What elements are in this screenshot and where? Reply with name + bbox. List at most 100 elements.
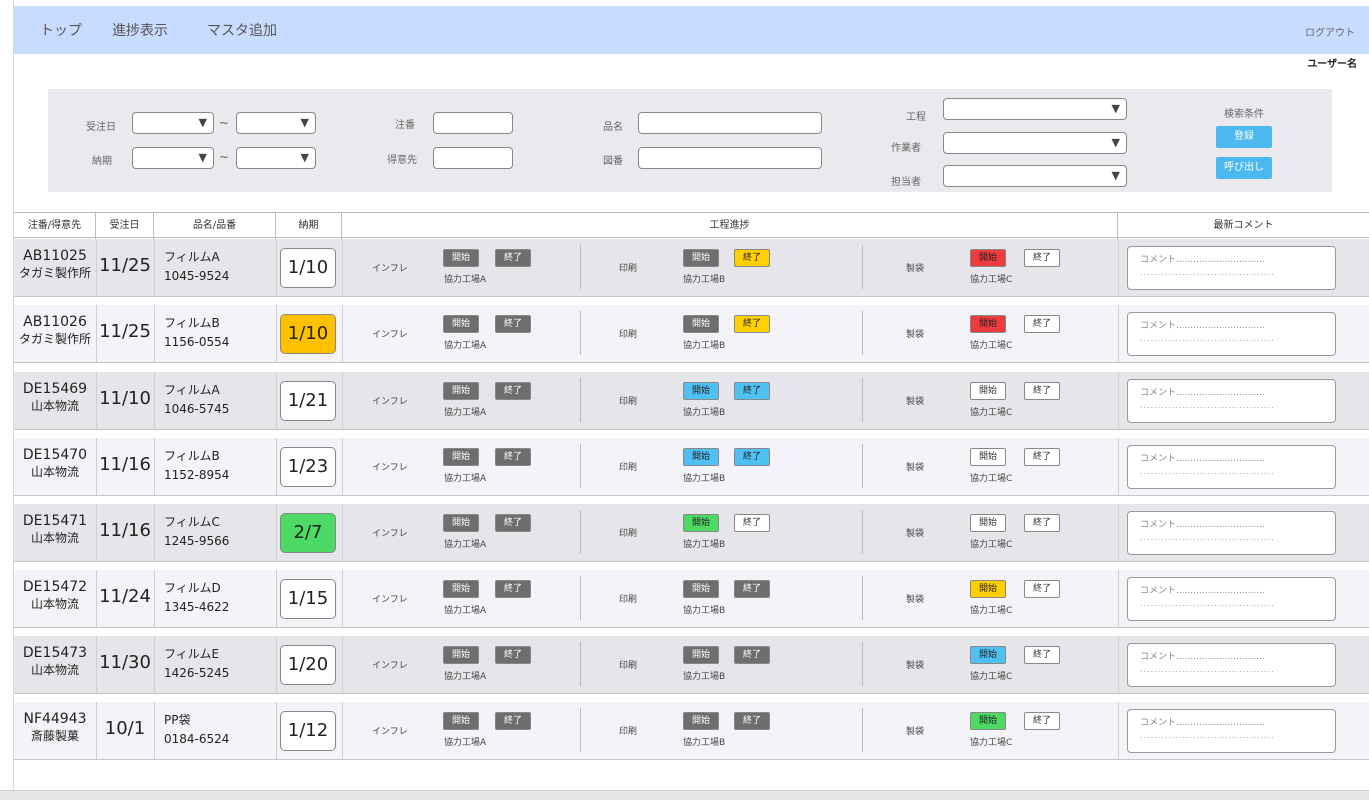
process-end-button[interactable]: 終了 — [1024, 448, 1060, 466]
column-divider — [342, 239, 343, 296]
process-start-button[interactable]: 開始 — [443, 712, 479, 730]
process-end-button[interactable]: 終了 — [1024, 646, 1060, 664]
process-end-button[interactable]: 終了 — [734, 448, 770, 466]
due-date-badge: 1/23 — [280, 447, 336, 487]
process-start-button[interactable]: 開始 — [443, 514, 479, 532]
process-start-button[interactable]: 開始 — [443, 315, 479, 333]
order-code-cell: DE15472 山本物流 — [14, 579, 96, 613]
nav-top[interactable]: トップ — [40, 20, 82, 40]
process-start-button[interactable]: 開始 — [970, 448, 1006, 466]
comment-dots: ...................................... — [1140, 731, 1275, 740]
top-navigation: トップ 進捗表示 マスタ追加 ログアウト — [14, 6, 1369, 54]
table-row: AB11026 タガミ製作所 11/25 フィルムB 1156-0554 1/10 インフレ… — [14, 305, 1369, 363]
process-label: インフレ — [372, 661, 408, 671]
comment-dots: ...................................... — [1140, 401, 1275, 410]
register-button[interactable]: 登録 — [1216, 126, 1272, 148]
process-start-button[interactable]: 開始 — [970, 514, 1006, 532]
due-from-select[interactable]: ▼ — [132, 147, 214, 169]
manager-select[interactable]: ▼ — [943, 165, 1127, 187]
factory-label: 協力工場A — [444, 275, 487, 285]
process-select[interactable]: ▼ — [943, 98, 1127, 120]
process-divider — [862, 245, 863, 289]
process-divider — [862, 708, 863, 752]
process-start-button[interactable]: 開始 — [683, 712, 719, 730]
recall-button[interactable]: 呼び出し — [1216, 157, 1272, 179]
process-end-button[interactable]: 終了 — [1024, 249, 1060, 267]
process-start-button[interactable]: 開始 — [683, 315, 719, 333]
process-end-button[interactable]: 終了 — [1024, 382, 1060, 400]
nav-progress[interactable]: 進捗表示 — [112, 20, 168, 40]
comment-placeholder: コメント............................... — [1140, 388, 1265, 398]
process-end-button[interactable]: 終了 — [495, 382, 531, 400]
due-date-badge: 1/21 — [280, 381, 336, 421]
process-end-button[interactable]: 終了 — [734, 249, 770, 267]
comment-box[interactable]: コメント....................................… — [1127, 379, 1336, 423]
process-start-button[interactable]: 開始 — [683, 448, 719, 466]
process-end-button[interactable]: 終了 — [495, 315, 531, 333]
comment-box[interactable]: コメント....................................… — [1127, 511, 1336, 555]
order-date-from-select[interactable]: ▼ — [132, 112, 214, 134]
process-end-button[interactable]: 終了 — [495, 249, 531, 267]
process-end-button[interactable]: 終了 — [1024, 712, 1060, 730]
comment-dots: ...................................... — [1140, 533, 1275, 542]
factory-label: 協力工場C — [970, 738, 1013, 748]
process-label: 印刷 — [619, 463, 638, 473]
process-end-button[interactable]: 終了 — [495, 646, 531, 664]
process-start-button[interactable]: 開始 — [443, 448, 479, 466]
process-start-button[interactable]: 開始 — [683, 580, 719, 598]
process-start-button[interactable]: 開始 — [683, 646, 719, 664]
process-end-button[interactable]: 終了 — [734, 712, 770, 730]
process-end-button[interactable]: 終了 — [495, 448, 531, 466]
comment-box[interactable]: コメント....................................… — [1127, 643, 1336, 687]
process-end-button[interactable]: 終了 — [495, 580, 531, 598]
process-start-button[interactable]: 開始 — [443, 249, 479, 267]
comment-placeholder: コメント............................... — [1140, 586, 1265, 596]
nav-master-add[interactable]: マスタ追加 — [207, 20, 277, 40]
dropdown-arrow-icon: ▼ — [300, 151, 309, 164]
column-divider — [1118, 438, 1119, 495]
process-end-button[interactable]: 終了 — [1024, 514, 1060, 532]
process-start-button[interactable]: 開始 — [683, 382, 719, 400]
process-start-button[interactable]: 開始 — [970, 249, 1006, 267]
order-no-input[interactable] — [433, 112, 513, 134]
process-start-button[interactable]: 開始 — [683, 249, 719, 267]
process-start-button[interactable]: 開始 — [970, 646, 1006, 664]
comment-box[interactable]: コメント....................................… — [1127, 577, 1336, 621]
comment-box[interactable]: コメント....................................… — [1127, 709, 1336, 753]
product-input[interactable] — [638, 112, 822, 134]
process-label: 印刷 — [619, 595, 638, 605]
drawing-input[interactable] — [638, 147, 822, 169]
process-end-button[interactable]: 終了 — [734, 514, 770, 532]
process-start-button[interactable]: 開始 — [970, 382, 1006, 400]
process-end-button[interactable]: 終了 — [495, 712, 531, 730]
worker-select[interactable]: ▼ — [943, 132, 1127, 154]
process-end-button[interactable]: 終了 — [495, 514, 531, 532]
comment-box[interactable]: コメント....................................… — [1127, 246, 1336, 290]
order-date-to-select[interactable]: ▼ — [236, 112, 316, 134]
process-start-button[interactable]: 開始 — [970, 580, 1006, 598]
comment-box[interactable]: コメント....................................… — [1127, 445, 1336, 489]
process-start-button[interactable]: 開始 — [443, 382, 479, 400]
table-row: DE15470 山本物流 11/16 フィルムB 1152-8954 1/23 インフレ 開始… — [14, 438, 1369, 496]
process-start-button[interactable]: 開始 — [683, 514, 719, 532]
logout-link[interactable]: ログアウト — [1305, 24, 1355, 39]
comment-box[interactable]: コメント....................................… — [1127, 312, 1336, 356]
process-end-button[interactable]: 終了 — [1024, 580, 1060, 598]
customer-input[interactable] — [433, 147, 513, 169]
process-end-button[interactable]: 終了 — [734, 646, 770, 664]
process-start-button[interactable]: 開始 — [970, 315, 1006, 333]
process-start-button[interactable]: 開始 — [443, 646, 479, 664]
comment-placeholder: コメント............................... — [1140, 321, 1265, 331]
due-to-select[interactable]: ▼ — [236, 147, 316, 169]
process-end-button[interactable]: 終了 — [1024, 315, 1060, 333]
process-end-button[interactable]: 終了 — [734, 580, 770, 598]
due-date-badge: 2/7 — [280, 513, 336, 553]
process-start-button[interactable]: 開始 — [970, 712, 1006, 730]
process-end-button[interactable]: 終了 — [734, 382, 770, 400]
column-divider — [342, 305, 343, 362]
process-label: インフレ — [372, 397, 408, 407]
process-divider — [862, 510, 863, 554]
process-start-button[interactable]: 開始 — [443, 580, 479, 598]
process-end-button[interactable]: 終了 — [734, 315, 770, 333]
process-label: 製袋 — [906, 727, 925, 737]
